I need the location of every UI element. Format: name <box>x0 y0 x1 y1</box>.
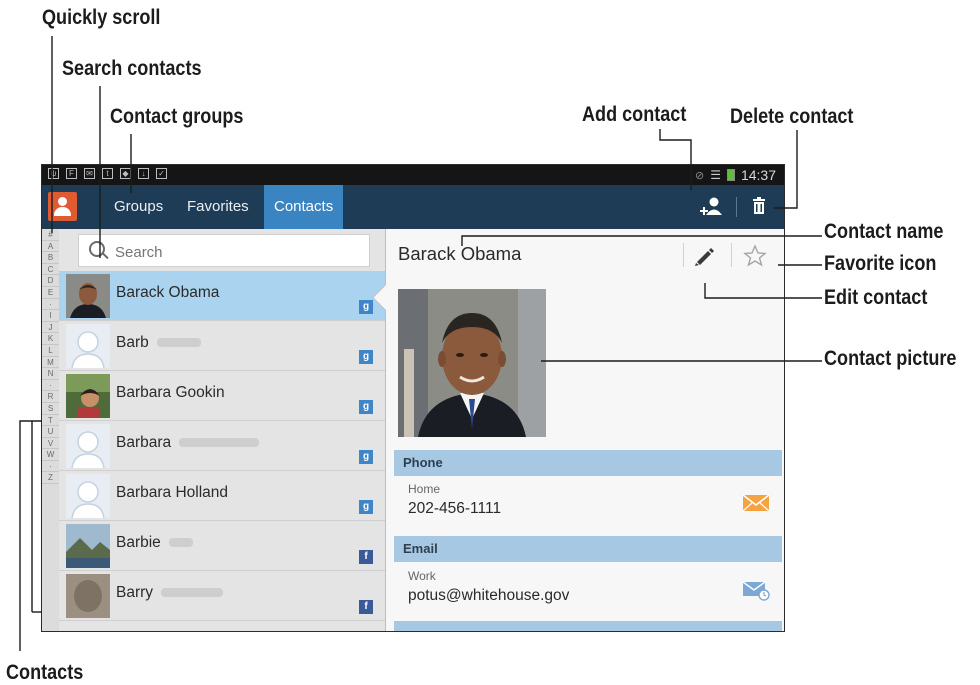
line-contact-name <box>461 235 822 246</box>
callout-lines <box>19 36 822 651</box>
line-delete-contact <box>774 130 798 209</box>
line-edit-contact <box>704 283 822 299</box>
line-add-contact <box>659 129 692 190</box>
line-contacts-upper <box>19 420 42 651</box>
